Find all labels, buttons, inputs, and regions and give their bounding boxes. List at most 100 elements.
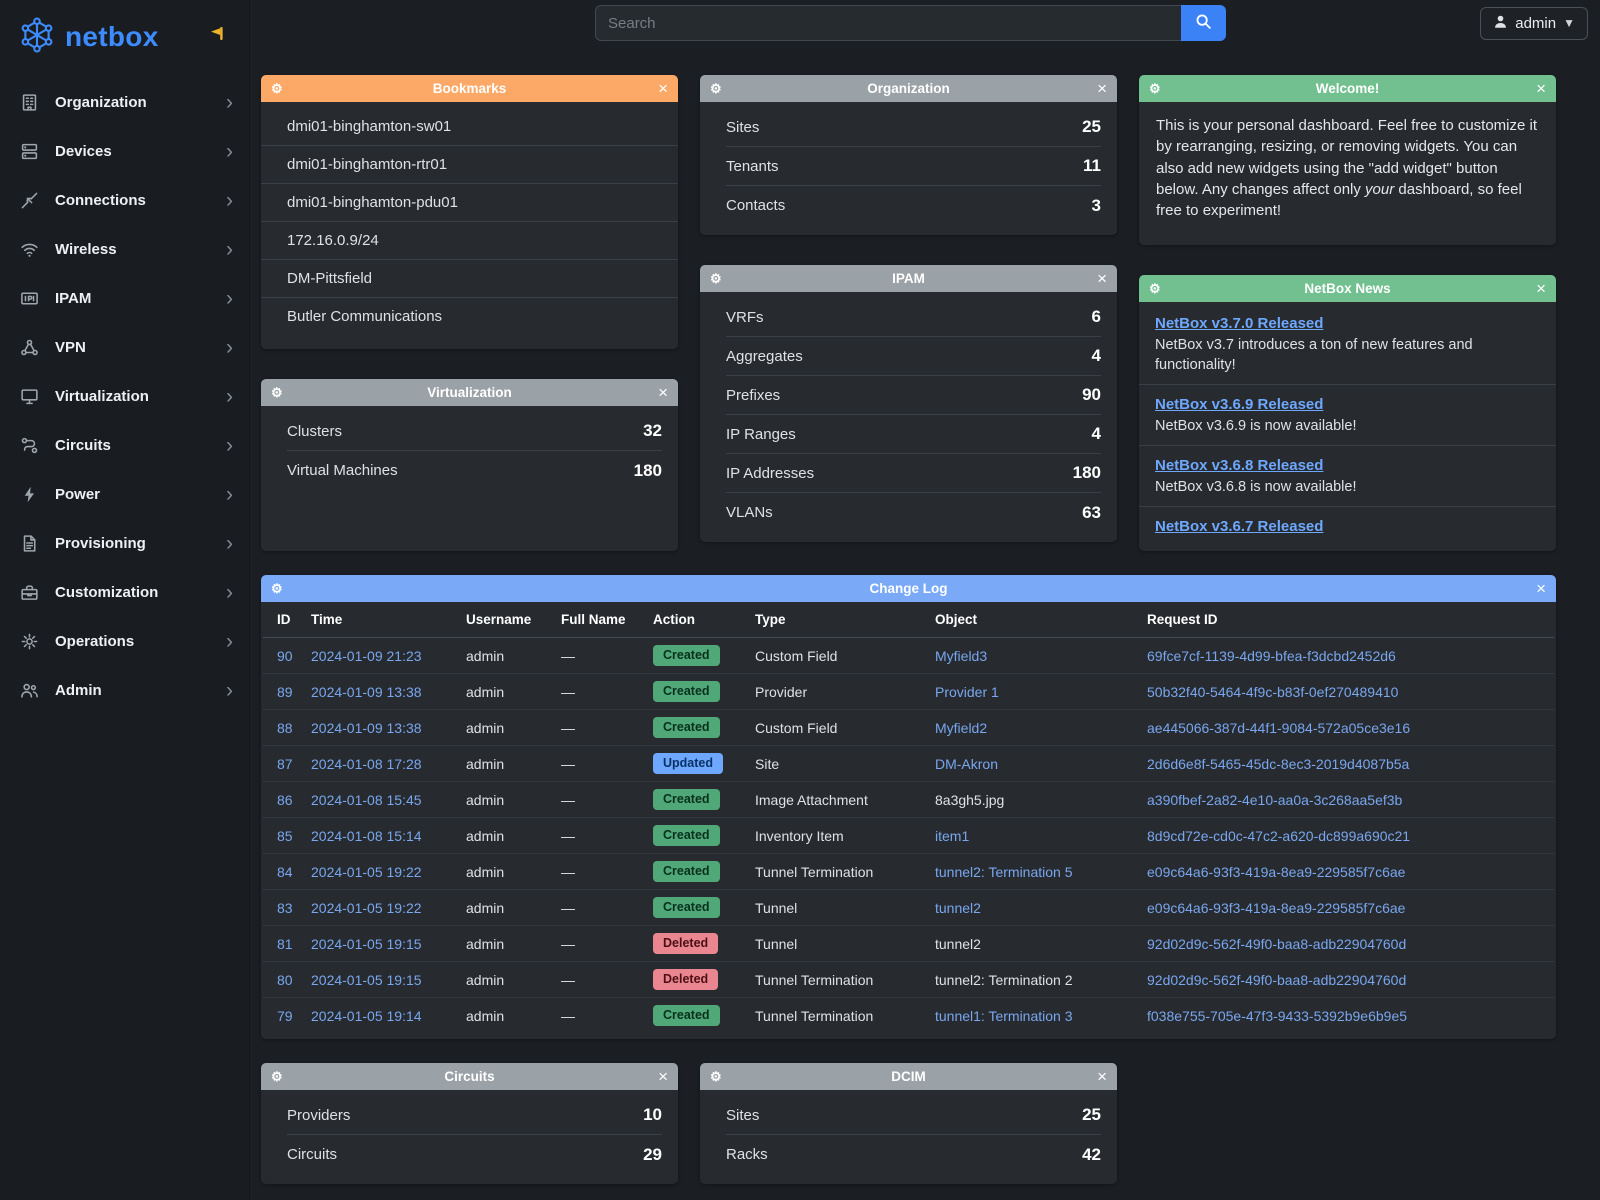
changelog-time-link[interactable]: 2024-01-05 19:15 [311, 972, 422, 988]
changelog-request-id-link[interactable]: a390fbef-2a82-4e10-aa0a-3c268aa5ef3b [1147, 792, 1402, 808]
changelog-request-id-link[interactable]: 2d6d6e8f-5465-45dc-8ec3-2019d4087b5a [1147, 756, 1409, 772]
widget-close-icon[interactable]: × [658, 80, 668, 97]
changelog-object-link[interactable]: Myfield2 [935, 720, 987, 736]
sidebar-item-virtualization[interactable]: Virtualization› [0, 372, 249, 421]
sidebar-item-circuits[interactable]: Circuits› [0, 421, 249, 470]
widget-config-icon[interactable]: ⚙ [710, 1069, 722, 1085]
changelog-request-id-link[interactable]: 8d9cd72e-cd0c-47c2-a620-dc899a690c21 [1147, 828, 1410, 844]
changelog-id-link[interactable]: 80 [277, 972, 293, 988]
sidebar-item-ipam[interactable]: IPAM› [0, 274, 249, 323]
changelog-object-link[interactable]: tunnel2: Termination 5 [935, 864, 1073, 880]
changelog-request-id-link[interactable]: e09c64a6-93f3-419a-8ea9-229585f7c6ae [1147, 864, 1405, 880]
news-link[interactable]: NetBox v3.6.9 Released [1155, 396, 1323, 413]
stat-value[interactable]: 6 [1092, 307, 1101, 327]
changelog-id-link[interactable]: 88 [277, 720, 293, 736]
widget-config-icon[interactable]: ⚙ [271, 581, 283, 597]
changelog-id-link[interactable]: 81 [277, 936, 293, 952]
widget-config-icon[interactable]: ⚙ [1149, 281, 1161, 297]
changelog-id-link[interactable]: 90 [277, 648, 293, 664]
sidebar-item-power[interactable]: Power› [0, 470, 249, 519]
stat-value[interactable]: 90 [1082, 385, 1101, 405]
changelog-time-link[interactable]: 2024-01-05 19:22 [311, 900, 422, 916]
sidebar-item-wireless[interactable]: Wireless› [0, 225, 249, 274]
changelog-request-id-link[interactable]: 50b32f40-5464-4f9c-b83f-0ef270489410 [1147, 684, 1398, 700]
widget-close-icon[interactable]: × [1536, 580, 1546, 597]
changelog-id-link[interactable]: 83 [277, 900, 293, 916]
changelog-request-id-link[interactable]: ae445066-387d-44f1-9084-572a05ce3e16 [1147, 720, 1410, 736]
stat-value[interactable]: 42 [1082, 1145, 1101, 1165]
changelog-request-id-link[interactable]: e09c64a6-93f3-419a-8ea9-229585f7c6ae [1147, 900, 1405, 916]
bookmark-link[interactable]: dmi01-binghamton-pdu01 [261, 184, 678, 222]
widget-config-icon[interactable]: ⚙ [710, 81, 722, 97]
widget-close-icon[interactable]: × [658, 384, 668, 401]
sidebar-item-organization[interactable]: Organization› [0, 78, 249, 127]
changelog-request-id-link[interactable]: 69fce7cf-1139-4d99-bfea-f3dcbd2452d6 [1147, 648, 1396, 664]
sidebar-item-customization[interactable]: Customization› [0, 568, 249, 617]
sidebar-item-connections[interactable]: Connections› [0, 176, 249, 225]
widget-close-icon[interactable]: × [1097, 270, 1107, 287]
changelog-id-link[interactable]: 89 [277, 684, 293, 700]
widget-config-icon[interactable]: ⚙ [271, 81, 283, 97]
changelog-request-id-link[interactable]: f038e755-705e-47f3-9433-5392b9e6b9e5 [1147, 1008, 1407, 1024]
changelog-time-link[interactable]: 2024-01-08 15:45 [311, 792, 422, 808]
changelog-time-link[interactable]: 2024-01-09 21:23 [311, 648, 422, 664]
changelog-id-link[interactable]: 79 [277, 1008, 293, 1024]
stat-value[interactable]: 4 [1092, 346, 1101, 366]
bookmark-link[interactable]: Butler Communications [261, 298, 678, 335]
user-menu-button[interactable]: admin ▼ [1480, 7, 1588, 40]
stat-value[interactable]: 29 [643, 1145, 662, 1165]
stat-value[interactable]: 4 [1092, 424, 1101, 444]
sidebar-item-operations[interactable]: Operations› [0, 617, 249, 666]
sidebar-item-admin[interactable]: Admin› [0, 666, 249, 715]
widget-close-icon[interactable]: × [1536, 80, 1546, 97]
widget-config-icon[interactable]: ⚙ [271, 385, 283, 401]
changelog-time-link[interactable]: 2024-01-05 19:22 [311, 864, 422, 880]
changelog-id-link[interactable]: 86 [277, 792, 293, 808]
widget-close-icon[interactable]: × [1097, 1068, 1107, 1085]
stat-value[interactable]: 180 [634, 461, 662, 481]
widget-close-icon[interactable]: × [1536, 280, 1546, 297]
changelog-id-link[interactable]: 84 [277, 864, 293, 880]
stat-value[interactable]: 25 [1082, 117, 1101, 137]
stat-value[interactable]: 11 [1083, 156, 1101, 176]
stat-value[interactable]: 3 [1092, 196, 1101, 216]
bookmark-link[interactable]: dmi01-binghamton-sw01 [261, 108, 678, 146]
search-input[interactable] [595, 5, 1181, 41]
changelog-id-link[interactable]: 87 [277, 756, 293, 772]
widget-close-icon[interactable]: × [1097, 80, 1107, 97]
stat-value[interactable]: 180 [1073, 463, 1101, 483]
changelog-request-id-link[interactable]: 92d02d9c-562f-49f0-baa8-adb22904760d [1147, 936, 1406, 952]
bookmark-link[interactable]: DM-Pittsfield [261, 260, 678, 298]
changelog-object-link[interactable]: DM-Akron [935, 756, 998, 772]
changelog-object-link[interactable]: tunnel1: Termination 3 [935, 1008, 1073, 1024]
sidebar-item-vpn[interactable]: VPN› [0, 323, 249, 372]
search-button[interactable] [1181, 5, 1226, 41]
changelog-object-link[interactable]: Myfield3 [935, 648, 987, 664]
bookmark-link[interactable]: dmi01-binghamton-rtr01 [261, 146, 678, 184]
changelog-object-link[interactable]: Provider 1 [935, 684, 999, 700]
changelog-time-link[interactable]: 2024-01-09 13:38 [311, 720, 422, 736]
changelog-id-link[interactable]: 85 [277, 828, 293, 844]
changelog-time-link[interactable]: 2024-01-05 19:15 [311, 936, 422, 952]
changelog-request-id-link[interactable]: 92d02d9c-562f-49f0-baa8-adb22904760d [1147, 972, 1406, 988]
changelog-time-link[interactable]: 2024-01-08 15:14 [311, 828, 422, 844]
stat-value[interactable]: 25 [1082, 1105, 1101, 1125]
widget-config-icon[interactable]: ⚙ [271, 1069, 283, 1085]
stat-value[interactable]: 32 [643, 421, 662, 441]
bookmark-link[interactable]: 172.16.0.9/24 [261, 222, 678, 260]
sidebar-item-devices[interactable]: Devices› [0, 127, 249, 176]
widget-config-icon[interactable]: ⚙ [710, 271, 722, 287]
changelog-time-link[interactable]: 2024-01-09 13:38 [311, 684, 422, 700]
stat-value[interactable]: 10 [643, 1105, 662, 1125]
bookmark-flag-icon[interactable] [209, 26, 225, 46]
changelog-object-link[interactable]: item1 [935, 828, 969, 844]
news-link[interactable]: NetBox v3.6.8 Released [1155, 457, 1323, 474]
widget-config-icon[interactable]: ⚙ [1149, 81, 1161, 97]
news-link[interactable]: NetBox v3.6.7 Released [1155, 518, 1323, 535]
changelog-time-link[interactable]: 2024-01-08 17:28 [311, 756, 422, 772]
news-link[interactable]: NetBox v3.7.0 Released [1155, 315, 1323, 332]
widget-close-icon[interactable]: × [658, 1068, 668, 1085]
stat-value[interactable]: 63 [1082, 503, 1101, 523]
netbox-logo[interactable]: netbox [0, 0, 249, 74]
changelog-time-link[interactable]: 2024-01-05 19:14 [311, 1008, 422, 1024]
